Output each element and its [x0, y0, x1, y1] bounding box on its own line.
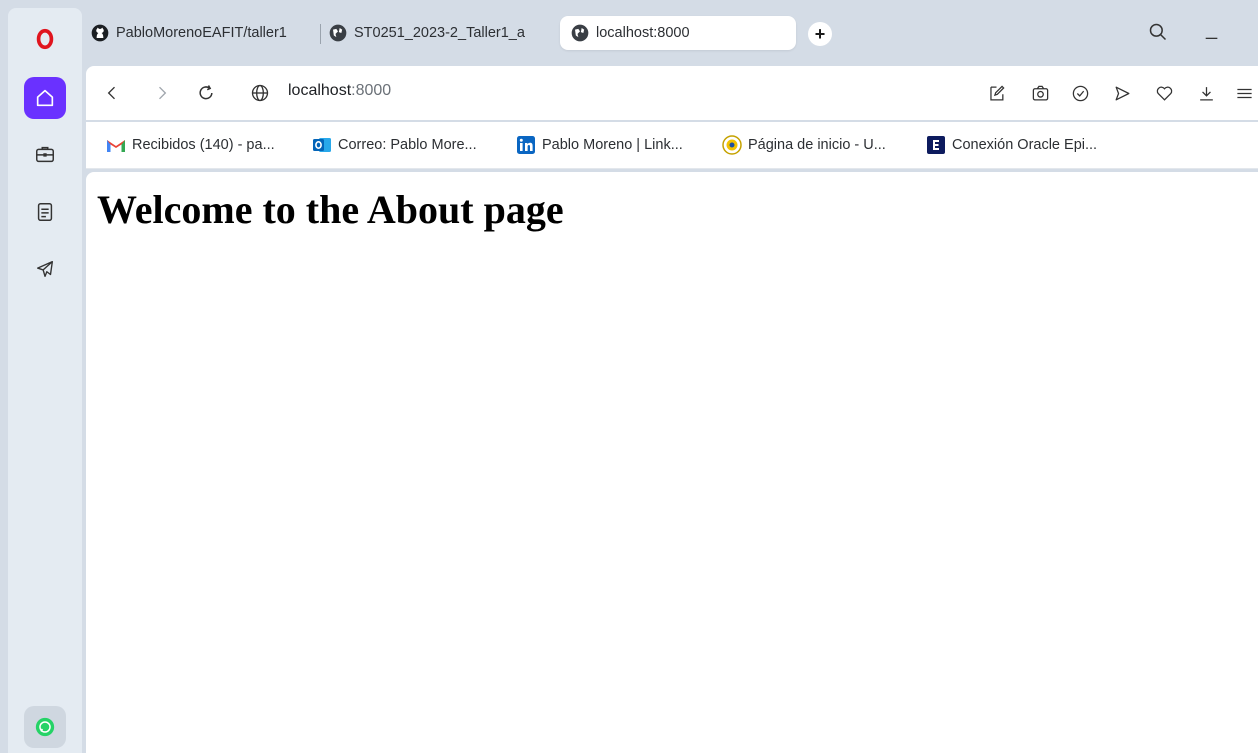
shield-icon[interactable] — [1068, 81, 1092, 105]
university-icon — [722, 135, 742, 155]
opera-sidebar — [8, 8, 82, 753]
plane-icon[interactable] — [24, 248, 66, 290]
epik-icon — [926, 135, 946, 155]
tab-localhost[interactable]: localhost:8000 — [560, 16, 796, 50]
tab-strip: PabloMorenoEAFIT/taller1 ST0251_2023-2_T… — [86, 8, 1258, 60]
plus-icon: + — [814, 23, 826, 44]
download-icon[interactable] — [1194, 81, 1218, 105]
camera-icon[interactable] — [1028, 81, 1052, 105]
opera-logo-icon[interactable] — [24, 18, 66, 60]
send-icon[interactable] — [1110, 81, 1134, 105]
forward-icon[interactable] — [150, 81, 174, 105]
url-host: localhost — [288, 82, 352, 99]
bookmark-label: Página de inicio - U... — [748, 137, 886, 153]
bookmark-outlook[interactable]: Correo: Pablo More... — [312, 135, 477, 155]
notes-icon[interactable] — [24, 191, 66, 233]
back-icon[interactable] — [100, 81, 124, 105]
tab-taller[interactable]: ST0251_2023-2_Taller1_a — [328, 16, 546, 50]
tab-label: ST0251_2023-2_Taller1_a — [354, 25, 525, 41]
outlook-icon — [312, 135, 332, 155]
bookmark-oracle[interactable]: Conexión Oracle Epi... — [926, 135, 1097, 155]
bookmark-label: Conexión Oracle Epi... — [952, 137, 1098, 153]
bookmark-label: Pablo Moreno | Link... — [542, 137, 683, 153]
tab-github[interactable]: PabloMorenoEAFIT/taller1 — [90, 16, 314, 50]
whatsapp-icon[interactable] — [24, 706, 66, 748]
easy-setup-icon[interactable] — [1232, 81, 1256, 105]
home-icon[interactable] — [24, 77, 66, 119]
bookmark-linkedin[interactable]: Pablo Moreno | Link... — [516, 135, 683, 155]
address-bar: localhost:8000 — [86, 66, 1258, 120]
tab-label: localhost:8000 — [596, 25, 690, 41]
heart-icon[interactable] — [1152, 81, 1176, 105]
search-tabs-icon[interactable] — [1148, 22, 1168, 47]
minimize-button[interactable]: _ — [1206, 18, 1217, 41]
bookmark-label: Recibidos (140) - pa... — [132, 137, 275, 153]
github-icon — [91, 24, 109, 42]
gmail-icon — [106, 135, 126, 155]
linkedin-icon — [516, 135, 536, 155]
page-content: Welcome to the About page — [86, 172, 1258, 753]
tab-label: PabloMorenoEAFIT/taller1 — [116, 25, 287, 41]
bookmark-university[interactable]: Página de inicio - U... — [722, 135, 886, 155]
bookmarks-bar: Recibidos (140) - pa... Correo: Pablo Mo… — [86, 122, 1258, 169]
globe-icon — [329, 24, 347, 42]
url-port: :8000 — [351, 82, 392, 99]
new-tab-button[interactable]: + — [808, 22, 832, 46]
bookmark-gmail[interactable]: Recibidos (140) - pa... — [106, 135, 275, 155]
reload-icon[interactable] — [194, 81, 218, 105]
edit-share-icon[interactable] — [984, 81, 1008, 105]
tab-divider — [320, 24, 321, 44]
site-info-globe-icon[interactable] — [248, 81, 272, 105]
bookmark-label: Correo: Pablo More... — [338, 137, 477, 153]
globe-icon — [571, 24, 589, 42]
briefcase-icon[interactable] — [24, 133, 66, 175]
url-field[interactable]: localhost:8000 — [288, 82, 391, 100]
page-heading: Welcome to the About page — [97, 187, 564, 232]
